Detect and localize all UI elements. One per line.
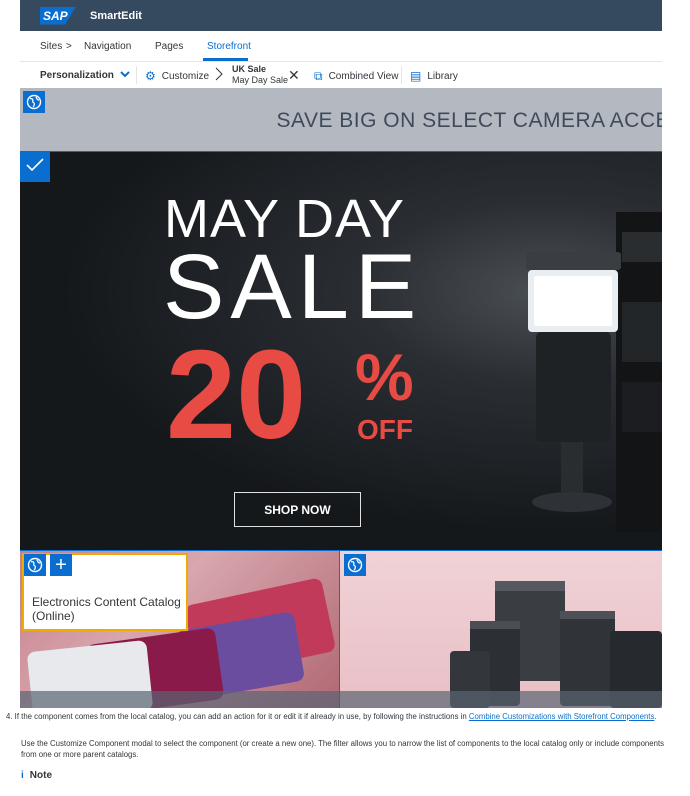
library-button[interactable]: ▤ Library [410, 69, 458, 83]
library-label: Library [427, 70, 458, 82]
customize-button[interactable]: ⚙ Customize [145, 69, 209, 83]
context-subtitle: May Day Sale [232, 75, 289, 85]
cameras-banner-component[interactable]: Electronics Content Catalog (Online) + [20, 551, 339, 708]
nav-storefront[interactable]: Storefront [207, 41, 251, 52]
hero-percent-sign: % [355, 340, 414, 414]
combined-view-button[interactable]: ⧉ Combined View [314, 69, 398, 84]
personalization-dropdown[interactable]: Personalization [40, 69, 130, 81]
catalog-tooltip-text: Electronics Content Catalog (Online) [32, 595, 181, 623]
doc-step-text: 4. If the component comes from the local… [6, 712, 469, 721]
lenses-image [450, 581, 662, 708]
nav-sites[interactable]: Sites [40, 41, 62, 52]
promo-banner-component[interactable]: SAVE BIG ON SELECT CAMERA ACCE [20, 88, 662, 152]
checkmark-icon[interactable] [20, 152, 50, 182]
toolbar-divider [401, 66, 402, 84]
navigation-bar: Sites > Navigation Pages Storefront [20, 31, 662, 62]
app-title: SmartEdit [90, 9, 142, 22]
combined-view-icon: ⧉ [314, 69, 323, 83]
component-divider [339, 551, 340, 708]
chevron-down-icon [120, 69, 130, 81]
shell-header: SAP SmartEdit [20, 0, 662, 31]
toolbar-divider [136, 66, 137, 84]
shop-now-button[interactable]: SHOP NOW [234, 492, 361, 527]
active-tab-indicator [203, 58, 248, 61]
context-title: UK Sale [232, 64, 267, 74]
hero-sale-text: SALE [163, 236, 423, 338]
personalization-label: Personalization [40, 69, 114, 81]
library-icon: ▤ [410, 69, 422, 83]
nav-navigation[interactable]: Navigation [84, 41, 131, 52]
info-icon: i [21, 770, 24, 781]
globe-icon[interactable] [23, 91, 45, 113]
combined-view-label: Combined View [328, 71, 399, 82]
customization-context[interactable]: UK Sale May Day Sale [232, 64, 288, 86]
banner-caption [340, 691, 662, 708]
sap-logo: SAP [40, 6, 76, 25]
banner-caption [20, 691, 339, 708]
customize-label: Customize [161, 70, 210, 82]
doc-step-end: . [654, 712, 657, 721]
perspective-toolbar: Personalization ⚙ Customize UK Sale May … [20, 62, 662, 89]
combine-customizations-link[interactable]: Combine Customizations with Storefront C… [469, 712, 654, 721]
hero-off-text: OFF [357, 414, 413, 445]
lenses-banner-component[interactable] [340, 551, 662, 708]
add-icon[interactable]: + [50, 554, 72, 576]
hero-discount-number: 20 [166, 324, 307, 465]
note-label: Note [29, 770, 53, 781]
close-icon[interactable]: ✕ [288, 67, 300, 84]
smartedit-frame: SAP SmartEdit Sites > Navigation Pages S… [20, 0, 662, 708]
note-heading: i Note [21, 770, 52, 781]
customize-icon: ⚙ [145, 69, 156, 83]
doc-paragraph: Use the Customize Component modal to sel… [21, 739, 665, 759]
chevron-right-icon [215, 67, 223, 81]
camera-flash-image [526, 212, 662, 532]
catalog-tooltip: Electronics Content Catalog (Online) [22, 553, 188, 631]
chevron-right-icon: > [66, 41, 72, 52]
globe-icon[interactable] [344, 554, 366, 576]
hero-banner-component[interactable]: MAY DAY SALE 20 % OFF SHOP NOW [20, 152, 662, 551]
component-overlay [20, 88, 662, 152]
nav-pages[interactable]: Pages [155, 41, 183, 52]
globe-icon[interactable] [24, 554, 46, 576]
doc-step-4: 4. If the component comes from the local… [6, 712, 686, 721]
